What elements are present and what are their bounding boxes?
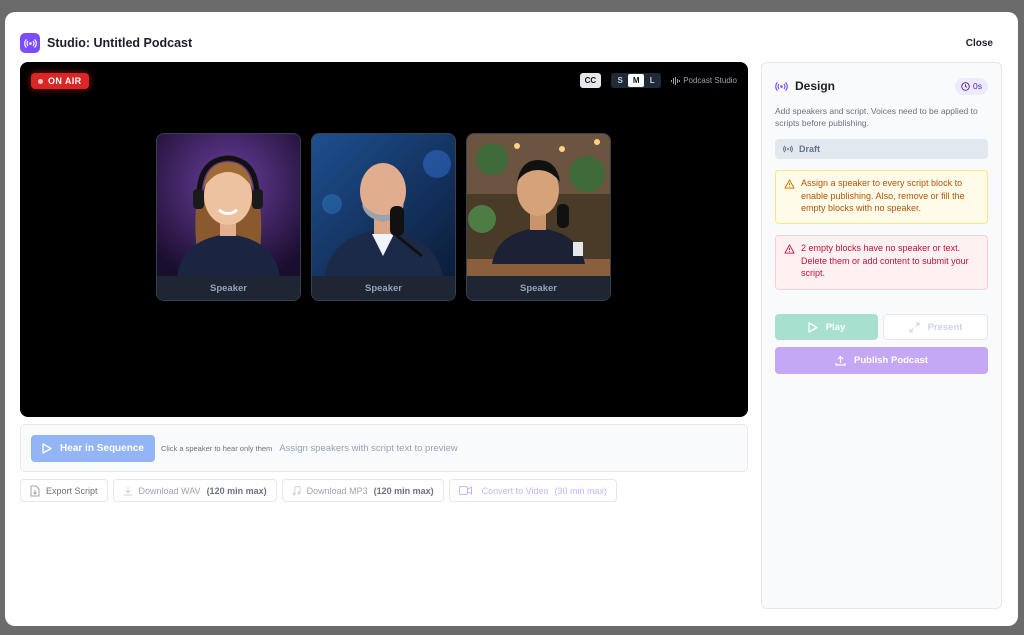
export-script-button[interactable]: Export Script — [20, 479, 108, 502]
export-actions: Export Script Download WAV (120 min max)… — [20, 479, 618, 502]
download-mp3-button[interactable]: Download MP3 (120 min max) — [281, 479, 444, 502]
upload-icon — [835, 355, 846, 366]
status-badge: Draft — [775, 139, 988, 159]
hear-label: Hear in Sequence — [60, 442, 144, 454]
brand-label: Podcast Studio — [671, 76, 737, 85]
wav-limit: (120 min max) — [206, 485, 267, 496]
speaker-label: Speaker — [312, 276, 455, 300]
broadcast-icon — [775, 81, 788, 91]
publish-podcast-button[interactable]: Publish Podcast — [775, 347, 988, 374]
speaker-label: Speaker — [157, 276, 300, 300]
wav-label: Download WAV — [138, 485, 201, 496]
video-limit: (30 min max) — [554, 485, 608, 496]
captions-button[interactable]: CC — [579, 73, 602, 88]
on-air-label: ON AIR — [48, 76, 82, 86]
panel-description: Add speakers and script. Voices need to … — [775, 106, 978, 128]
preview-buttons: Play Present — [775, 314, 988, 340]
broadcast-icon — [20, 33, 40, 53]
hear-in-sequence-button[interactable]: Hear in Sequence — [31, 434, 155, 462]
clock-icon — [961, 81, 970, 91]
status-text: Draft — [799, 144, 821, 154]
on-air-badge: ON AIR — [31, 73, 89, 89]
mp3-limit: (120 min max) — [373, 485, 434, 496]
podcast-stage: ON AIR CC S M L Podcast Studio Speaker S… — [20, 62, 748, 417]
duration-value: 0s — [973, 81, 982, 91]
hint-main: Assign speakers with script text to prev… — [279, 442, 458, 454]
present-button[interactable]: Present — [883, 314, 988, 340]
waveform-icon — [671, 76, 681, 85]
present-label: Present — [927, 321, 963, 333]
speaker-photo-2 — [312, 134, 455, 277]
design-panel: Design 0s Add speakers and script. Voice… — [761, 62, 1002, 609]
warning-text: Assign a speaker to every script block t… — [801, 178, 965, 213]
expand-icon — [909, 322, 920, 332]
studio-modal: Studio: Untitled Podcast Close ON AIR CC… — [5, 12, 1018, 626]
mp3-label: Download MP3 — [306, 485, 368, 496]
live-dot-icon — [38, 78, 43, 84]
export-label: Export Script — [46, 485, 98, 496]
play-label: Play — [825, 321, 846, 333]
speaker-label: Speaker — [467, 276, 610, 300]
download-icon — [123, 486, 132, 495]
speaker-photo-3 — [467, 134, 610, 277]
page-title: Studio: Untitled Podcast — [47, 36, 193, 50]
broadcast-icon — [783, 145, 793, 153]
speaker-card-3[interactable]: Speaker — [466, 133, 611, 301]
stage-controls: CC S M L Podcast Studio — [579, 73, 737, 88]
speaker-card-2[interactable]: Speaker — [311, 133, 456, 301]
file-download-icon — [30, 485, 40, 496]
close-button[interactable]: Close — [966, 38, 1003, 49]
music-note-icon — [292, 485, 301, 495]
video-camera-icon — [458, 486, 472, 495]
modal-header: Studio: Untitled Podcast Close — [20, 32, 1003, 54]
play-icon — [42, 442, 52, 454]
hint-small: Click a speaker to hear only them — [161, 443, 273, 453]
warning-alert: Assign a speaker to every script block t… — [775, 170, 988, 224]
play-icon — [808, 321, 818, 333]
speaker-card-1[interactable]: Speaker — [156, 133, 301, 301]
speaker-photo-1 — [157, 134, 300, 277]
panel-header: Design 0s — [775, 77, 988, 95]
playback-bar: Hear in Sequence Click a speaker to hear… — [20, 424, 748, 472]
error-triangle-icon — [784, 244, 795, 254]
publish-label: Publish Podcast — [854, 355, 928, 366]
error-text: 2 empty blocks have no speaker or text. … — [801, 243, 969, 278]
download-wav-button[interactable]: Download WAV (120 min max) — [112, 479, 277, 502]
duration-badge: 0s — [955, 77, 988, 95]
convert-to-video-button[interactable]: Convert to Video (30 min max) — [448, 479, 618, 502]
size-large-button[interactable]: L — [644, 74, 660, 87]
warning-triangle-icon — [784, 179, 795, 189]
play-button[interactable]: Play — [775, 314, 878, 340]
brand-text: Podcast Studio — [683, 76, 737, 85]
video-label: Convert to Video — [481, 485, 549, 496]
size-toggle: S M L — [611, 73, 662, 88]
error-alert: 2 empty blocks have no speaker or text. … — [775, 235, 988, 290]
size-medium-button[interactable]: M — [628, 74, 645, 87]
panel-title: Design — [795, 79, 836, 93]
size-small-button[interactable]: S — [612, 74, 628, 87]
speaker-grid: Speaker Speaker Speaker — [156, 133, 611, 301]
